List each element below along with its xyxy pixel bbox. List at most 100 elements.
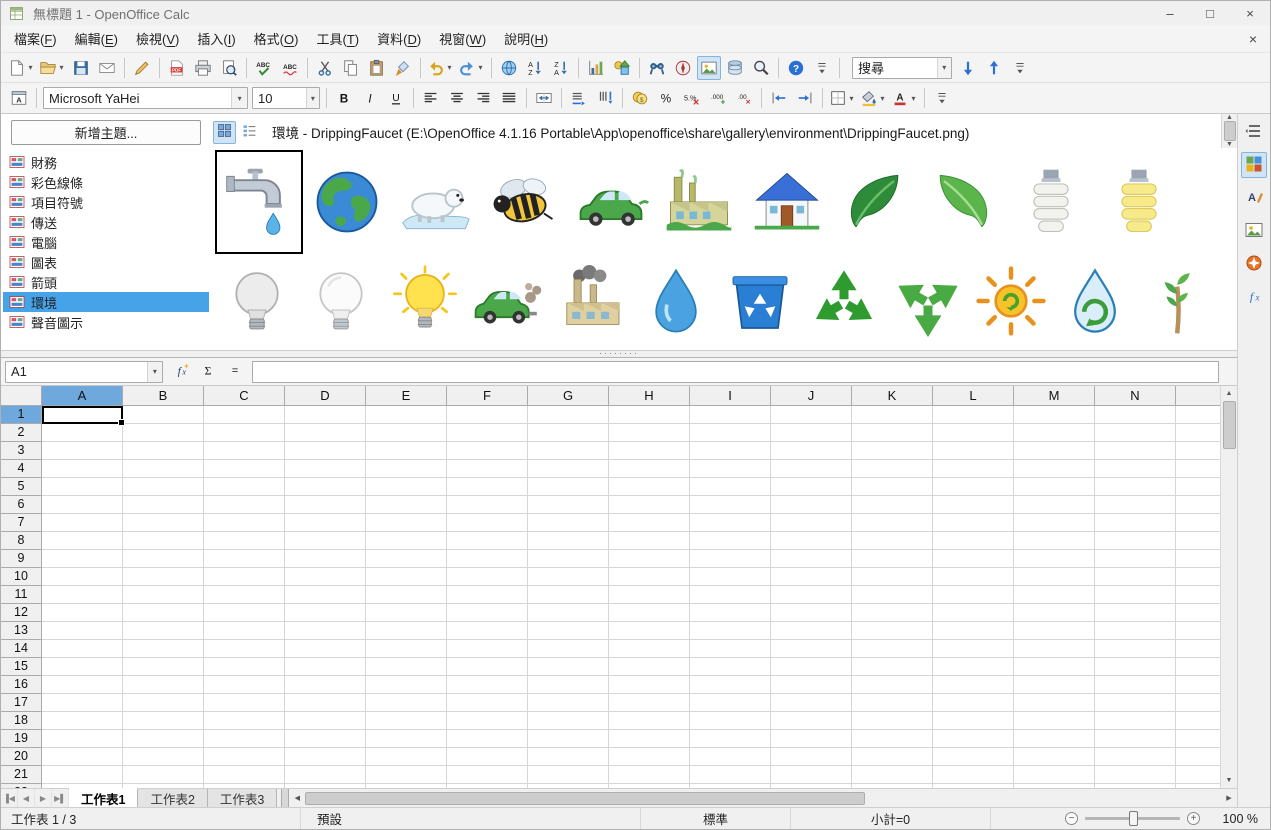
- scroll-down-icon[interactable]: ▼: [1222, 141, 1238, 148]
- cell-D8[interactable]: [285, 532, 366, 550]
- cell-D18[interactable]: [285, 712, 366, 730]
- cell-partial[interactable]: [1176, 730, 1220, 748]
- zoom-slider[interactable]: [1085, 817, 1180, 820]
- cell-G2[interactable]: [528, 424, 609, 442]
- cell-E1[interactable]: [366, 406, 447, 424]
- gallery-image-leaf-dark[interactable]: [831, 150, 919, 254]
- cell-K3[interactable]: [852, 442, 933, 460]
- cell-A14[interactable]: [42, 640, 123, 658]
- cell-G21[interactable]: [528, 766, 609, 784]
- cell-H4[interactable]: [609, 460, 690, 478]
- cell-partial[interactable]: [1176, 766, 1220, 784]
- cell-L6[interactable]: [933, 496, 1014, 514]
- draw-functions-button[interactable]: [610, 56, 634, 80]
- cell-M21[interactable]: [1014, 766, 1095, 784]
- cell-L9[interactable]: [933, 550, 1014, 568]
- cell-G3[interactable]: [528, 442, 609, 460]
- row-header-3[interactable]: 3: [1, 442, 42, 460]
- cell-F7[interactable]: [447, 514, 528, 532]
- cell-F3[interactable]: [447, 442, 528, 460]
- cell-F11[interactable]: [447, 586, 528, 604]
- cell-N13[interactable]: [1095, 622, 1176, 640]
- cell-L11[interactable]: [933, 586, 1014, 604]
- gallery-button[interactable]: [697, 56, 721, 80]
- cell-I2[interactable]: [690, 424, 771, 442]
- menu-h[interactable]: 說明(H): [495, 26, 557, 51]
- cell-A18[interactable]: [42, 712, 123, 730]
- add-decimal-button[interactable]: .000+: [706, 86, 730, 110]
- cell-C10[interactable]: [204, 568, 285, 586]
- scroll-up-icon[interactable]: ▲: [1222, 114, 1238, 121]
- cell-G12[interactable]: [528, 604, 609, 622]
- cell-L3[interactable]: [933, 442, 1014, 460]
- cell-L20[interactable]: [933, 748, 1014, 766]
- sidebar-functions-button[interactable]: fx: [1241, 284, 1267, 310]
- column-header-partial[interactable]: [1176, 386, 1220, 406]
- cell-K13[interactable]: [852, 622, 933, 640]
- column-header-F[interactable]: F: [447, 386, 528, 406]
- cell-B3[interactable]: [123, 442, 204, 460]
- cell-I10[interactable]: [690, 568, 771, 586]
- cell-F20[interactable]: [447, 748, 528, 766]
- gallery-image-bulb-lit[interactable]: [383, 254, 467, 348]
- cell-I9[interactable]: [690, 550, 771, 568]
- cell-M17[interactable]: [1014, 694, 1095, 712]
- cell-L4[interactable]: [933, 460, 1014, 478]
- cell-K8[interactable]: [852, 532, 933, 550]
- cell-F10[interactable]: [447, 568, 528, 586]
- delete-decimal-button[interactable]: .00×: [732, 86, 756, 110]
- search-input[interactable]: [853, 58, 937, 78]
- export-pdf-button[interactable]: PDF: [165, 56, 189, 80]
- scrollbar-thumb[interactable]: [1224, 121, 1236, 141]
- menu-e[interactable]: 編輯(E): [66, 26, 127, 51]
- column-header-D[interactable]: D: [285, 386, 366, 406]
- italic-button[interactable]: I: [358, 86, 382, 110]
- cell-H16[interactable]: [609, 676, 690, 694]
- cell-J16[interactable]: [771, 676, 852, 694]
- cell-A8[interactable]: [42, 532, 123, 550]
- scroll-down-icon[interactable]: ▼: [1221, 773, 1237, 788]
- cell-M20[interactable]: [1014, 748, 1095, 766]
- cell-L15[interactable]: [933, 658, 1014, 676]
- gallery-image-water-recycle[interactable]: [1053, 254, 1137, 348]
- zoom-slider-thumb[interactable]: [1129, 811, 1138, 826]
- menu-i[interactable]: 插入(I): [188, 26, 244, 51]
- cell-N14[interactable]: [1095, 640, 1176, 658]
- cell-N19[interactable]: [1095, 730, 1176, 748]
- gallery-image-polluting-factory[interactable]: [550, 254, 634, 348]
- cell-A1[interactable]: [42, 406, 123, 424]
- cell-G20[interactable]: [528, 748, 609, 766]
- cell-I11[interactable]: [690, 586, 771, 604]
- background-color-button[interactable]: ▾: [859, 86, 888, 110]
- search-next-button[interactable]: [956, 56, 980, 80]
- cell-H11[interactable]: [609, 586, 690, 604]
- row-header-15[interactable]: 15: [1, 658, 42, 676]
- cell-J20[interactable]: [771, 748, 852, 766]
- gallery-image-dripping-faucet[interactable]: [215, 150, 303, 254]
- cell-J13[interactable]: [771, 622, 852, 640]
- gallery-image-eco-sun[interactable]: [969, 254, 1053, 348]
- chevron-down-icon[interactable]: ▾: [878, 94, 887, 103]
- format-standard-button[interactable]: 5.%: [680, 86, 704, 110]
- cell-B6[interactable]: [123, 496, 204, 514]
- cell-A17[interactable]: [42, 694, 123, 712]
- cell-A20[interactable]: [42, 748, 123, 766]
- cell-B18[interactable]: [123, 712, 204, 730]
- sum-status[interactable]: 小計=0: [791, 808, 991, 829]
- menu-d[interactable]: 資料(D): [368, 26, 430, 51]
- gallery-image-green-factory[interactable]: [655, 150, 743, 254]
- cell-C14[interactable]: [204, 640, 285, 658]
- gallery-image-earth[interactable]: [303, 150, 391, 254]
- cell-C18[interactable]: [204, 712, 285, 730]
- email-button[interactable]: [95, 56, 119, 80]
- scroll-right-icon[interactable]: ▶: [1221, 789, 1237, 807]
- cell-H21[interactable]: [609, 766, 690, 784]
- cell-F15[interactable]: [447, 658, 528, 676]
- cell-H12[interactable]: [609, 604, 690, 622]
- borders-button[interactable]: ▾: [828, 86, 857, 110]
- text-ltr-button[interactable]: [567, 86, 591, 110]
- cell-K16[interactable]: [852, 676, 933, 694]
- column-header-L[interactable]: L: [933, 386, 1014, 406]
- row-header-9[interactable]: 9: [1, 550, 42, 568]
- sidebar-settings-button[interactable]: [1241, 119, 1267, 145]
